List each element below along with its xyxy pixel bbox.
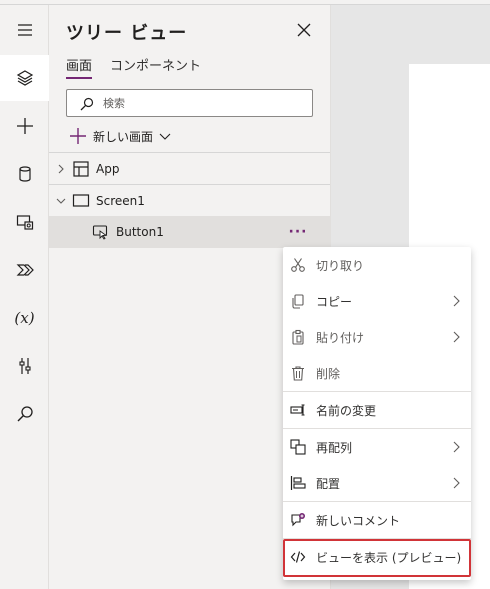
tree-view-button[interactable] [0,55,49,101]
plus-icon [70,128,86,144]
chevron-right-icon [453,295,460,307]
menu-item-reorder[interactable]: 再配列 [283,429,471,465]
menu-item-rename[interactable]: 名前の変更 [283,392,471,428]
tab-screens[interactable]: 画面 [66,55,93,79]
media-button[interactable] [0,199,49,245]
chevron-down-icon[interactable] [56,196,66,206]
tree-item-label: Screen1 [96,193,145,208]
menu-item-paste[interactable]: 貼り付け [283,319,471,355]
menu-item-cut[interactable]: 切り取り [283,247,471,283]
data-icon [18,166,31,182]
search-icon [80,97,94,111]
tree-item-label: App [96,161,120,176]
search-box[interactable] [66,89,313,117]
left-rail: (x) [0,5,49,589]
app-icon [73,160,89,177]
cut-icon [291,258,305,272]
media-icon [16,215,33,230]
chevron-down-icon [159,133,171,140]
menu-item-copy[interactable]: コピー [283,283,471,319]
comment-icon [291,513,305,527]
variables-button[interactable]: (x) [0,295,49,341]
new-screen-button[interactable]: 新しい画面 [69,125,171,147]
copy-icon [292,294,304,309]
pane-title: ツリー ビュー [66,23,188,44]
menu-item-label: 削除 [316,366,341,381]
rename-icon [290,404,305,416]
menu-item-new-comment[interactable]: 新しいコメント [283,502,471,538]
menu-item-label: 新しいコメント [316,513,401,528]
search-input[interactable] [103,94,303,113]
menu-item-label: 配置 [316,476,341,491]
button-control-icon [92,225,108,240]
menu-item-label: 名前の変更 [316,403,377,418]
context-menu: 切り取り コピー 貼り付け 削除 名前の変更 再配列 配置 新しいコメント ビュ… [283,247,471,580]
menu-item-label: ビューを表示 (プレビュー) [316,550,462,565]
new-screen-label: 新しい画面 [93,129,154,144]
reorder-icon [290,439,306,455]
tree-item-label: Button1 [116,225,164,239]
power-automate-icon [16,264,34,276]
paste-icon [292,329,304,345]
menu-item-view-code[interactable]: ビューを表示 (プレビュー) [283,539,471,575]
search-icon [17,406,33,422]
menu-item-label: コピー [316,294,353,309]
power-automate-button[interactable] [0,247,49,293]
menu-button[interactable] [0,7,49,53]
menu-item-align[interactable]: 配置 [283,465,471,501]
code-view-icon [290,551,306,563]
close-icon [297,23,311,37]
advanced-tools-icon [18,358,31,374]
menu-icon [17,24,32,36]
screen-icon [72,193,90,207]
tree-item-app[interactable]: App [49,152,330,184]
data-button[interactable] [0,151,49,197]
align-icon [290,476,306,490]
search-rail-button[interactable] [0,391,49,437]
menu-item-label: 再配列 [316,440,353,455]
advanced-tools-button[interactable] [0,343,49,389]
more-options-button[interactable]: ··· [282,216,314,248]
tree-item-screen1[interactable]: Screen1 [49,184,330,216]
menu-item-delete[interactable]: 削除 [283,355,471,391]
menu-item-label: 切り取り [316,258,365,273]
chevron-right-icon [453,477,460,489]
chevron-right-icon [453,331,460,343]
chevron-right-icon [453,441,460,453]
tab-components[interactable]: コンポーネント [110,55,201,74]
tree-item-button1[interactable]: Button1 ··· [49,216,330,248]
insert-icon [16,118,33,134]
insert-button[interactable] [0,103,49,149]
delete-icon [292,366,304,381]
tree-view-icon [16,70,33,86]
menu-item-label: 貼り付け [316,330,365,345]
close-pane-button[interactable] [294,20,314,40]
variables-icon: (x) [14,309,35,327]
chevron-right-icon[interactable] [56,164,66,174]
